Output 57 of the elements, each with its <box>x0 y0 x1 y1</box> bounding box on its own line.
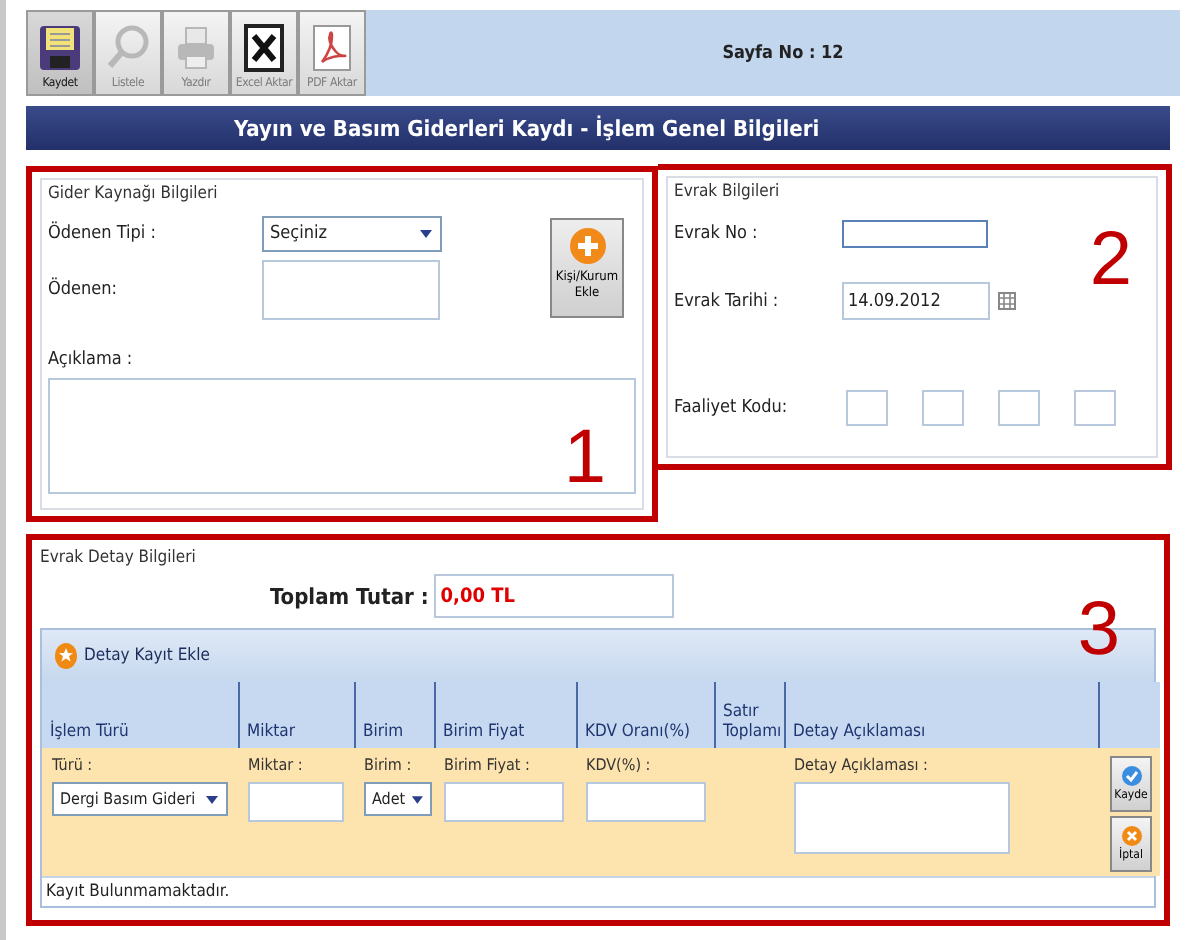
plus-icon <box>567 226 607 266</box>
field-label: Ödenen: <box>48 280 119 300</box>
page-number: Sayfa No : 12 <box>722 43 844 63</box>
field-label: Faaliyet Kodu: <box>674 398 790 418</box>
field-label: KDV(%) : <box>586 756 653 774</box>
add-detail-link[interactable]: Detay Kayıt Ekle <box>54 642 210 670</box>
group-legend: Evrak Detay Bilgileri <box>40 548 1156 568</box>
activity-code-field[interactable] <box>1074 390 1116 426</box>
column-header: Satır Toplamı <box>714 682 784 748</box>
empty-message: Kayıt Bulunmamaktadır. <box>42 876 1154 906</box>
field-label: Birim : <box>364 756 414 774</box>
check-icon <box>1121 766 1141 786</box>
field-label: Evrak No : <box>674 224 760 244</box>
pdf-icon <box>310 24 354 72</box>
description-field[interactable] <box>794 782 1010 854</box>
caret-icon <box>204 793 220 805</box>
column-header: Detay Açıklaması <box>784 682 1098 748</box>
payer-type-dropdown[interactable]: Seçiniz <box>262 216 442 252</box>
close-icon <box>1121 826 1141 846</box>
printer-icon <box>174 24 218 72</box>
dropdown[interactable]: Dergi Basım Gideri <box>52 782 228 816</box>
calendar-icon[interactable] <box>998 292 1016 310</box>
excel-icon <box>242 24 286 72</box>
activity-code-field[interactable] <box>998 390 1040 426</box>
field-label: Açıklama : <box>48 350 135 370</box>
dropdown[interactable]: Adet <box>364 782 432 816</box>
caret-icon <box>409 793 424 805</box>
column-header: Birim <box>354 682 434 748</box>
section-title: Yayın ve Basım Giderleri Kaydı - İşlem Genel Bilgileri <box>26 106 1170 150</box>
input-field[interactable] <box>248 782 344 822</box>
column-header: İşlem Türü <box>42 682 238 748</box>
column-header: KDV Oranı(%) <box>576 682 714 748</box>
column-header: Birim Fiyat <box>434 682 576 748</box>
field-label: Birim Fiyat : <box>444 756 532 774</box>
input-field[interactable] <box>444 782 564 822</box>
annotation-number: 2 <box>1089 222 1132 298</box>
activity-code-field[interactable] <box>846 390 888 426</box>
description-field[interactable] <box>48 378 636 494</box>
field-label: Evrak Tarihi : <box>674 291 781 311</box>
field-label: Detay Açıklaması : <box>794 756 930 774</box>
annotation-number: 3 <box>1077 592 1120 668</box>
total-amount-field: 0,00 TL <box>434 574 675 618</box>
activity-code-field[interactable] <box>922 390 964 426</box>
group-legend: Evrak Bilgileri <box>674 182 1150 202</box>
group-legend: Gider Kaynağı Bilgileri <box>48 184 636 204</box>
field-label: Ödenen Tipi : <box>48 224 158 244</box>
document-number-field[interactable] <box>842 220 988 248</box>
annotation-number: 1 <box>563 420 606 496</box>
column-header: Miktar <box>238 682 354 748</box>
date-field[interactable]: 14.09.2012 <box>842 282 990 320</box>
field-label: Türü : <box>52 756 95 774</box>
magnifier-icon <box>106 24 150 72</box>
input-field[interactable] <box>586 782 706 822</box>
field-label: Miktar : <box>248 756 305 774</box>
caret-icon <box>418 228 434 240</box>
payer-field[interactable] <box>262 260 440 320</box>
total-label: Toplam Tutar : <box>270 583 429 609</box>
